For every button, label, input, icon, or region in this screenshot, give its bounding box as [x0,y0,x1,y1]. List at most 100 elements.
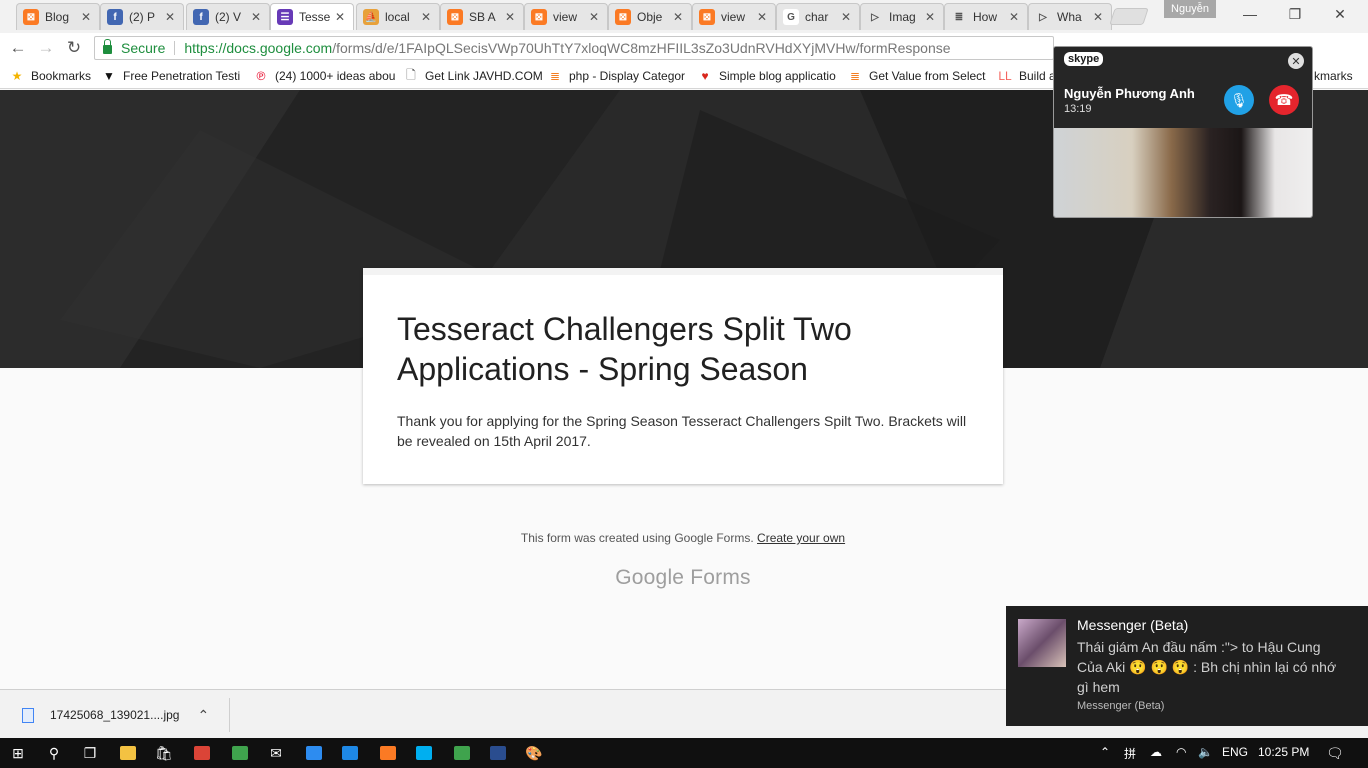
close-tab-icon[interactable]: ✕ [421,10,433,24]
volume-icon[interactable]: 🔈 [1198,745,1213,759]
bookmark-item[interactable]: ≣ php - Display Categor [548,67,694,85]
forms-footer: This form was created using Google Forms… [0,531,1366,545]
file-explorer-icon[interactable] [116,742,140,764]
tab[interactable]: ⊠ Blog ✕ [16,3,100,30]
bookmark-item[interactable]: LL Build a [998,67,1058,85]
forward-button[interactable]: → [36,38,56,58]
language-indicator[interactable]: ENG [1222,745,1248,759]
close-tab-icon[interactable]: ✕ [673,10,685,24]
minimize-button[interactable]: — [1230,4,1270,24]
tab[interactable]: ⊠ view ✕ [692,3,776,30]
clock[interactable]: 10:25 PM [1258,745,1309,759]
tab[interactable]: ⊠ view ✕ [524,3,608,30]
download-item[interactable]: 17425068_139021....jpg ⌃ [14,698,230,732]
bookmark-item[interactable]: ▼ Free Penetration Testi [102,67,250,85]
hang-up-button[interactable]: ☎ [1269,85,1299,115]
app-green-glyph [232,746,248,760]
close-tab-icon[interactable]: ✕ [81,10,93,24]
tray-chevron-icon[interactable]: ⌃ [1100,745,1110,759]
mail-icon[interactable]: ✉ [264,742,288,764]
omnibox-divider [174,41,176,55]
profile-button[interactable]: Nguyễn [1164,0,1216,18]
app-green-2-icon[interactable] [450,742,474,764]
wifi-icon[interactable]: ◠ [1176,745,1186,759]
close-tab-icon[interactable]: ✕ [1093,10,1105,24]
tab-title: Tesse [299,10,331,24]
bookmark-item[interactable]: ≣ Get Value from Select [848,67,994,85]
chevron-up-icon[interactable]: ⌃ [197,707,209,724]
tab-strip: ⊠ Blog ✕ f (2) P ✕ f (2) V ✕ ☰ Tesse ✕ ⛵ local ✕ ⊠ SB A ✕… [0,0,1368,33]
close-icon[interactable]: ✕ [1288,53,1304,69]
bookmark-label: Bookmarks [31,69,92,83]
tab[interactable]: ⛵ local ✕ [356,3,440,30]
bookmark-item[interactable]: 🗋 Get Link JAVHD.COM [404,67,544,85]
tab[interactable]: ▷ Wha ✕ [1028,3,1112,30]
tab[interactable]: ≣ How ✕ [944,3,1028,30]
close-tab-icon[interactable]: ✕ [757,10,769,24]
task-view-icon[interactable]: ❐ [78,742,102,764]
google-forms-logo[interactable]: Google Forms [0,566,1366,590]
star-icon: ★ [11,69,23,83]
start-button[interactable]: ⊞ [6,742,30,764]
xampp-icon: ⊠ [615,9,631,25]
app-green-icon[interactable] [228,742,252,764]
form-title: Tesseract Challengers Split Two Applicat… [397,311,852,387]
skype-call-window[interactable]: skype ✕ Nguyễn Phương Anh 13:19 🎙 ☎ [1053,46,1313,218]
phpmyadmin-icon: ⛵ [363,9,379,25]
bookmark-item[interactable]: ♥ Simple blog applicatio [698,67,844,85]
bookmark-item[interactable]: ★ Bookmarks [10,67,98,85]
tab-title: (2) V [215,10,242,24]
reload-button[interactable]: ↻ [64,38,84,58]
paint-icon[interactable]: 🎨 [522,742,546,764]
onedrive-icon[interactable]: ☁ [1150,745,1162,759]
new-tab-button[interactable] [1109,8,1149,25]
tab[interactable]: ☰ Tesse ✕ [270,3,354,30]
back-button[interactable]: ← [8,38,28,58]
chrome-icon[interactable] [190,742,214,764]
close-tab-icon[interactable]: ✕ [335,10,347,24]
app-blue-icon[interactable] [302,742,326,764]
close-tab-icon[interactable]: ✕ [505,10,517,24]
powershell-icon[interactable] [486,742,510,764]
bookmark-overflow[interactable]: kmarks [1314,67,1353,85]
close-tab-icon[interactable]: ✕ [165,10,177,24]
close-tab-icon[interactable]: ✕ [251,10,263,24]
messenger-notification[interactable]: Messenger (Beta) Thái giám An đầu nấm :"… [1006,606,1368,726]
close-tab-icon[interactable]: ✕ [589,10,601,24]
tab[interactable]: ⊠ Obje ✕ [608,3,692,30]
tab[interactable]: f (2) P ✕ [100,3,184,30]
close-tab-icon[interactable]: ✕ [1009,10,1021,24]
xampp-icon: ⊠ [531,9,547,25]
tab[interactable]: Gchar ✕ [776,3,860,30]
xampp-icon: ⊠ [699,9,715,25]
action-center-icon[interactable]: 🗨 [1326,745,1344,762]
messenger-glyph [342,746,358,760]
bookmark-label: Free Penetration Testi [123,69,241,83]
close-window-button[interactable]: ✕ [1320,4,1360,24]
notification-title: Messenger (Beta) [1077,617,1189,633]
messenger-icon[interactable] [338,742,362,764]
tab[interactable]: f (2) V ✕ [186,3,270,30]
tab[interactable]: ⊠ SB A ✕ [440,3,524,30]
bookmark-item[interactable]: ℗ (24) 1000+ ideas abou [254,67,400,85]
close-tab-icon[interactable]: ✕ [925,10,937,24]
tab-title: local [385,10,410,24]
laravel-icon: LL [998,69,1012,83]
xampp-icon[interactable] [376,742,400,764]
store-icon[interactable]: 🛍 [152,742,176,764]
tab[interactable]: ▷ Imag ✕ [860,3,944,30]
address-bar[interactable]: Secure https://docs.google.com/forms/d/e… [94,36,1054,60]
chrome-glyph [194,746,210,760]
create-your-own-link[interactable]: Create your own [757,531,845,545]
shield-icon: ♥ [701,69,709,83]
ime-icon[interactable]: 拼 [1124,745,1136,762]
facebook-icon: f [107,9,123,25]
restore-button[interactable]: ❐ [1275,4,1315,24]
skype-icon[interactable] [412,742,436,764]
search-icon[interactable]: ⚲ [42,742,66,764]
close-tab-icon[interactable]: ✕ [841,10,853,24]
xampp-glyph [380,746,396,760]
mute-button[interactable]: 🎙 [1224,85,1254,115]
caller-name: Nguyễn Phương Anh [1064,86,1195,101]
tab-title: Wha [1057,10,1082,24]
